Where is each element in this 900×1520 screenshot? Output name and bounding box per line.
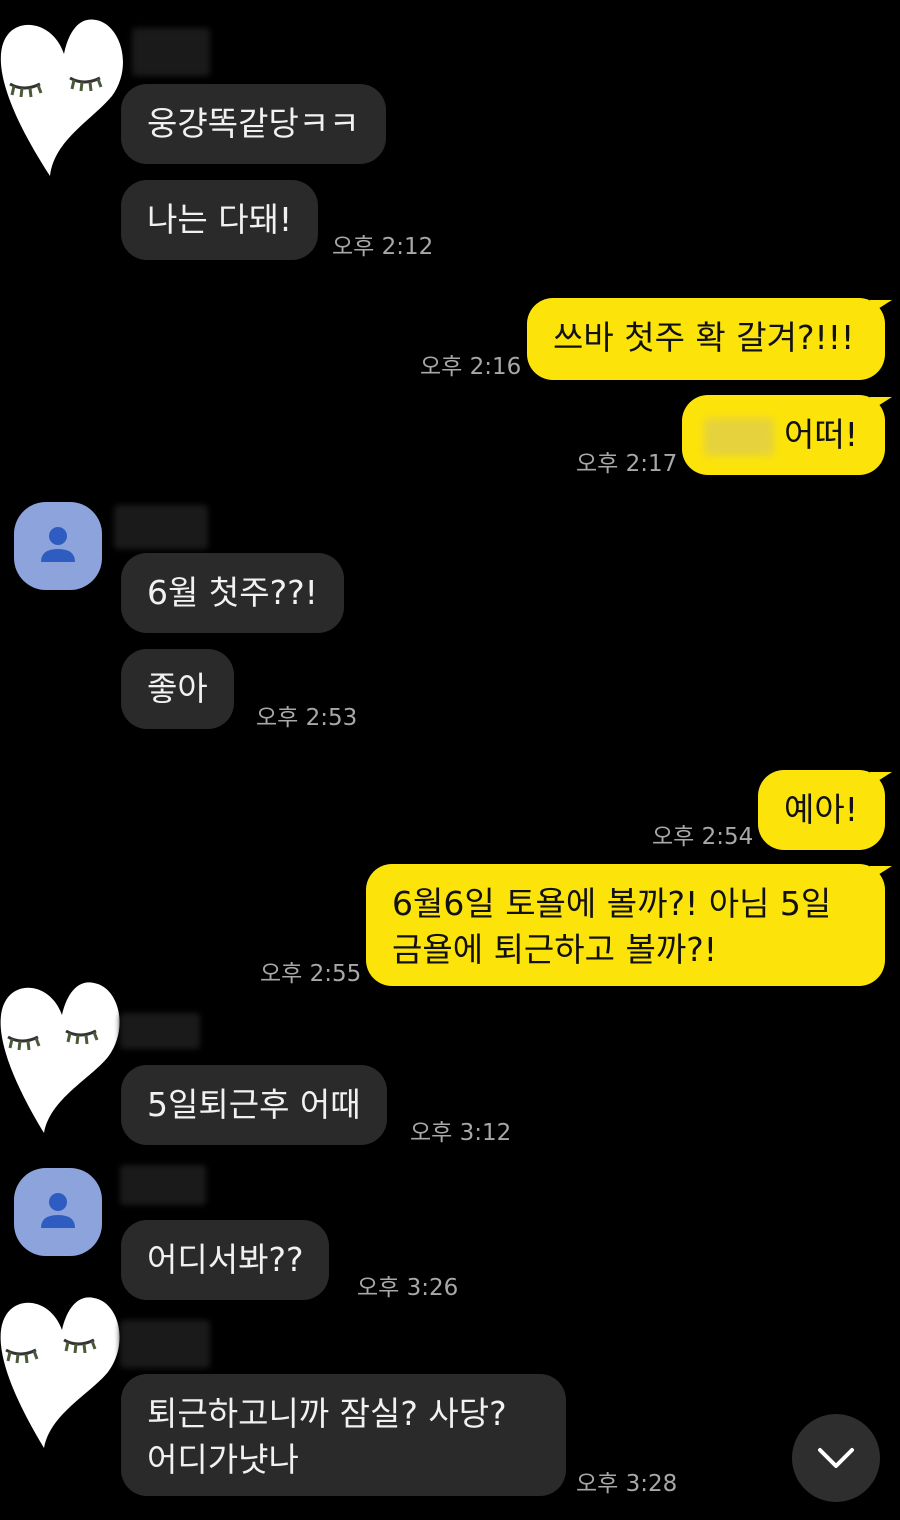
- person-icon: [41, 527, 75, 562]
- my-message-bubble[interactable]: 예아!: [758, 770, 885, 850]
- scroll-to-bottom-button[interactable]: [792, 1414, 880, 1502]
- bubble-tail: [870, 866, 892, 880]
- message-line: 금욜에 퇴근하고 볼까?!: [392, 930, 717, 969]
- my-message-bubble[interactable]: 쓰바 첫주 확 갈겨?!!!: [527, 298, 885, 380]
- message-time: 오후 2:55: [260, 961, 362, 987]
- default-avatar[interactable]: [14, 1168, 102, 1256]
- message-line: 어디가냣나: [147, 1440, 299, 1479]
- message-bubble[interactable]: 나는 다돼!: [121, 180, 319, 260]
- sender-name-blurred: [120, 1320, 210, 1368]
- my-message-bubble[interactable]: 어떠!: [682, 395, 885, 475]
- message-time: 오후 3:28: [576, 1471, 678, 1497]
- blurred-text: [704, 417, 774, 456]
- message-time: 오후 2:54: [652, 824, 754, 850]
- bubble-tail: [870, 772, 892, 786]
- bubble-tail: [870, 300, 892, 314]
- sender-name-blurred: [114, 505, 208, 549]
- message-bubble[interactable]: 좋아: [121, 649, 234, 729]
- message-time: 오후 2:53: [256, 705, 358, 731]
- default-avatar[interactable]: [14, 502, 102, 590]
- chevron-down-icon: [818, 1448, 854, 1468]
- message-time: 오후 2:17: [576, 451, 678, 477]
- bubble-tail: [870, 397, 892, 411]
- heart-avatar-icon[interactable]: [0, 975, 124, 1135]
- message-time: 오후 2:12: [332, 234, 434, 260]
- message-time: 오후 3:12: [410, 1120, 512, 1146]
- message-bubble[interactable]: 웅걍똑같당ㅋㅋ: [121, 84, 386, 164]
- my-message-bubble[interactable]: 6월6일 토욜에 볼까?! 아님 5일 금욜에 퇴근하고 볼까?!: [366, 864, 885, 986]
- sender-name-blurred: [132, 28, 210, 76]
- message-bubble[interactable]: 퇴근하고니까 잠실? 사당? 어디가냣나: [121, 1374, 566, 1496]
- heart-avatar-icon[interactable]: [0, 1290, 124, 1450]
- message-time: 오후 3:26: [357, 1275, 459, 1301]
- message-bubble[interactable]: 어디서봐??: [121, 1220, 330, 1300]
- sender-name-blurred: [120, 1013, 200, 1049]
- message-text: 어떠!: [784, 415, 858, 454]
- message-bubble[interactable]: 5일퇴근후 어때: [121, 1065, 387, 1145]
- message-line: 6월6일 토욜에 볼까?! 아님 5일: [392, 884, 832, 923]
- sender-name-blurred: [120, 1165, 206, 1205]
- message-bubble[interactable]: 6월 첫주??!: [121, 553, 344, 633]
- heart-avatar-icon[interactable]: [0, 10, 128, 178]
- person-icon: [41, 1193, 75, 1228]
- message-line: 퇴근하고니까 잠실? 사당?: [147, 1394, 507, 1433]
- message-time: 오후 2:16: [420, 354, 522, 380]
